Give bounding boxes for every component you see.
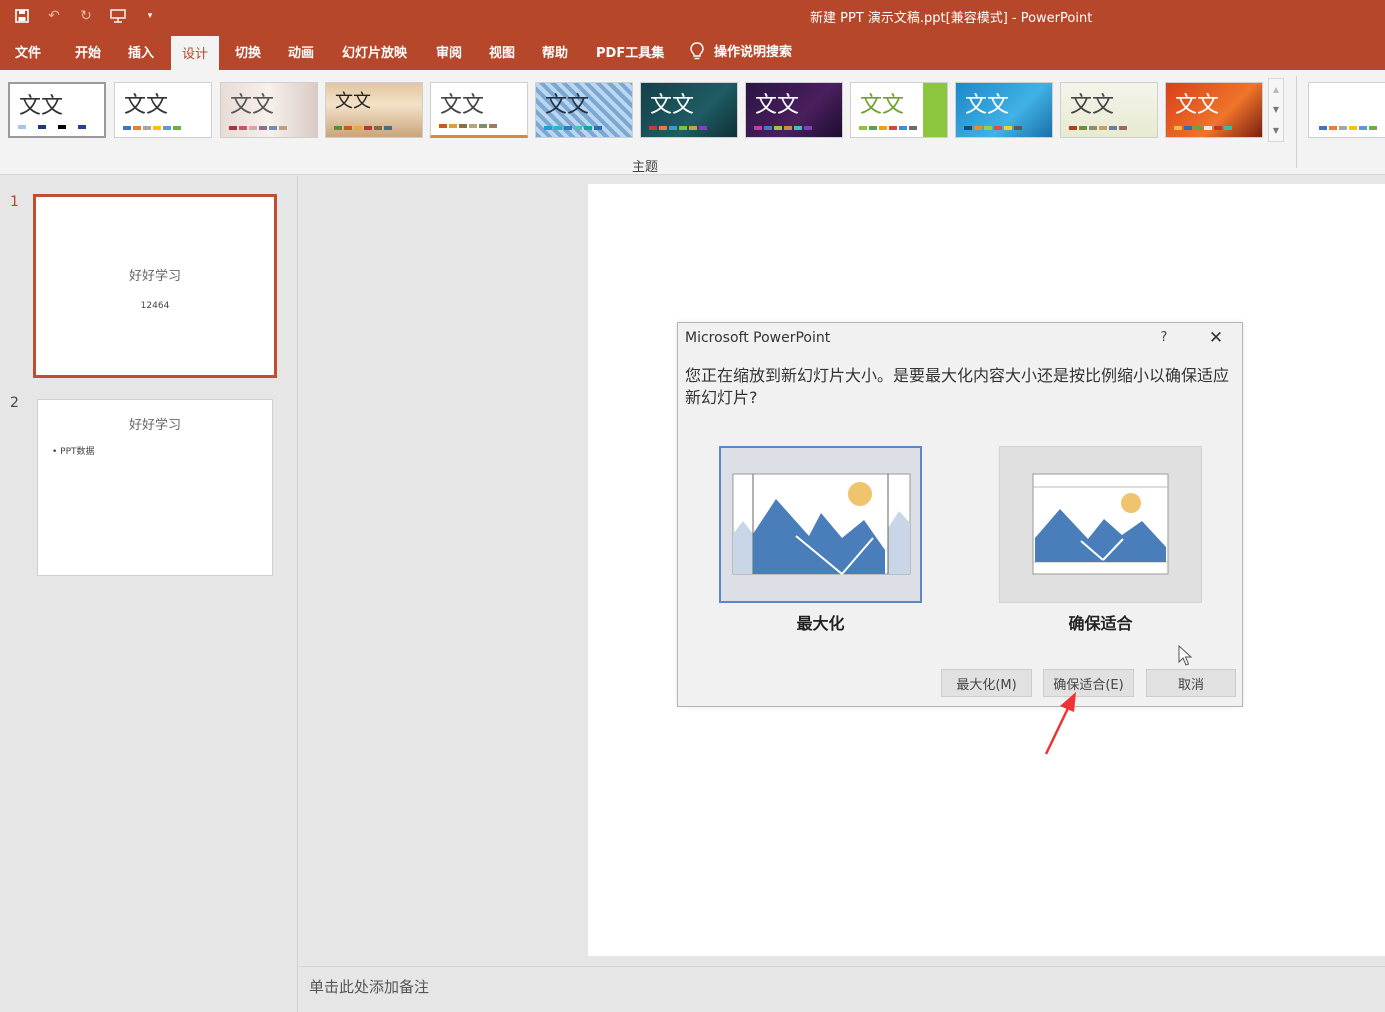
slide-number-2: 2	[10, 395, 19, 411]
design-ribbon: 文文 文文 文文 文文 文文 文文 文文 文文 文文 文文 文文 文文 ▲ ▼ …	[0, 70, 1385, 175]
theme-7[interactable]: 文文	[640, 82, 738, 138]
tell-me-search[interactable]: 操作说明搜索	[690, 41, 792, 60]
lightbulb-icon	[690, 41, 704, 60]
theme-9[interactable]: 文文	[850, 82, 948, 138]
annotation-arrow-icon	[1044, 692, 1076, 755]
slide-thumbnail-2[interactable]: 好好学习 • PPT数据	[37, 399, 273, 576]
theme-gallery-scroll[interactable]: ▲ ▼ ▼	[1268, 78, 1284, 142]
maximize-button[interactable]: 最大化(M)	[941, 669, 1032, 697]
tab-animations[interactable]: 动画	[288, 42, 314, 61]
maximize-illustration-icon	[732, 473, 911, 575]
ensure-fit-option-label: 确保适合	[1068, 614, 1133, 633]
tab-review[interactable]: 审阅	[436, 42, 462, 61]
ensure-fit-illustration-icon	[1032, 473, 1169, 575]
ribbon-separator	[1296, 76, 1297, 168]
scroll-down-icon[interactable]: ▼	[1273, 105, 1279, 114]
undo-icon[interactable]: ↶	[42, 5, 66, 27]
notes-pane[interactable]: 单击此处添加备注	[299, 966, 1385, 1012]
redo-icon[interactable]: ↻	[74, 5, 98, 27]
dialog-title: Microsoft PowerPoint	[685, 330, 831, 346]
theme-12[interactable]: 文文	[1165, 82, 1263, 138]
themes-group-label: 主题	[632, 160, 659, 175]
title-bar: ↶ ↻ ▾ 新建 PPT 演示文稿.ppt[兼容模式] - PowerPoint	[0, 0, 1385, 33]
mouse-cursor-icon	[1178, 645, 1193, 666]
scroll-up-icon[interactable]: ▲	[1273, 85, 1279, 94]
tab-transitions[interactable]: 切换	[235, 42, 261, 61]
customize-icon[interactable]: ▾	[138, 5, 162, 27]
slide-2-bullet: • PPT数据	[52, 447, 95, 457]
theme-2[interactable]: 文文	[114, 82, 212, 138]
theme-5[interactable]: 文文	[430, 82, 528, 138]
presenter-icon[interactable]	[106, 5, 130, 27]
theme-11[interactable]: 文文	[1060, 82, 1158, 138]
theme-office[interactable]: 文文	[8, 82, 106, 138]
tab-home[interactable]: 开始	[75, 42, 101, 61]
tab-design[interactable]: 设计	[171, 36, 220, 70]
theme-10[interactable]: 文文	[955, 82, 1053, 138]
scale-content-dialog: Microsoft PowerPoint ? ✕ 您正在缩放到新幻灯片大小。是要…	[677, 322, 1243, 707]
cancel-button[interactable]: 取消	[1146, 669, 1236, 697]
close-icon[interactable]: ✕	[1207, 329, 1225, 347]
theme-6[interactable]: 文文	[535, 82, 633, 138]
slide-2-title: 好好学习	[128, 418, 181, 433]
theme-4[interactable]: 文文	[325, 82, 423, 138]
tab-pdf-tools[interactable]: PDF工具集	[596, 42, 664, 61]
window-title: 新建 PPT 演示文稿.ppt[兼容模式] - PowerPoint	[810, 11, 1093, 26]
slide-1-subtitle: 12464	[140, 301, 170, 311]
tab-slideshow[interactable]: 幻灯片放映	[342, 42, 407, 61]
tab-file[interactable]: 文件	[15, 42, 41, 61]
ensure-fit-option[interactable]	[999, 446, 1202, 603]
ribbon-tabs: 文件 开始 插入 设计 切换 动画 幻灯片放映 审阅 视图 帮助 PDF工具集 …	[0, 33, 1385, 70]
variant-1[interactable]	[1308, 82, 1385, 138]
maximize-option-label: 最大化	[796, 614, 845, 633]
tab-insert[interactable]: 插入	[128, 42, 154, 61]
maximize-option[interactable]	[719, 446, 922, 603]
slide-number-1: 1	[10, 194, 19, 210]
slide-thumbnail-pane[interactable]: 1 好好学习 12464 2 好好学习 • PPT数据	[0, 176, 298, 1012]
slide-1-title: 好好学习	[128, 269, 181, 284]
dialog-message: 您正在缩放到新幻灯片大小。是要最大化内容大小还是按比例缩小以确保适应新幻灯片?	[685, 366, 1230, 407]
slide-thumbnail-1[interactable]: 好好学习 12464	[33, 194, 277, 378]
tab-help[interactable]: 帮助	[542, 42, 568, 61]
notes-placeholder: 单击此处添加备注	[309, 978, 430, 996]
theme-3[interactable]: 文文	[220, 82, 318, 138]
gallery-more-icon[interactable]: ▼	[1273, 126, 1279, 135]
help-icon[interactable]: ?	[1156, 330, 1172, 346]
tab-view[interactable]: 视图	[489, 42, 515, 61]
theme-8[interactable]: 文文	[745, 82, 843, 138]
save-icon[interactable]	[10, 5, 34, 27]
quick-access-toolbar: ↶ ↻ ▾	[10, 5, 162, 27]
tell-me-label: 操作说明搜索	[714, 45, 793, 60]
